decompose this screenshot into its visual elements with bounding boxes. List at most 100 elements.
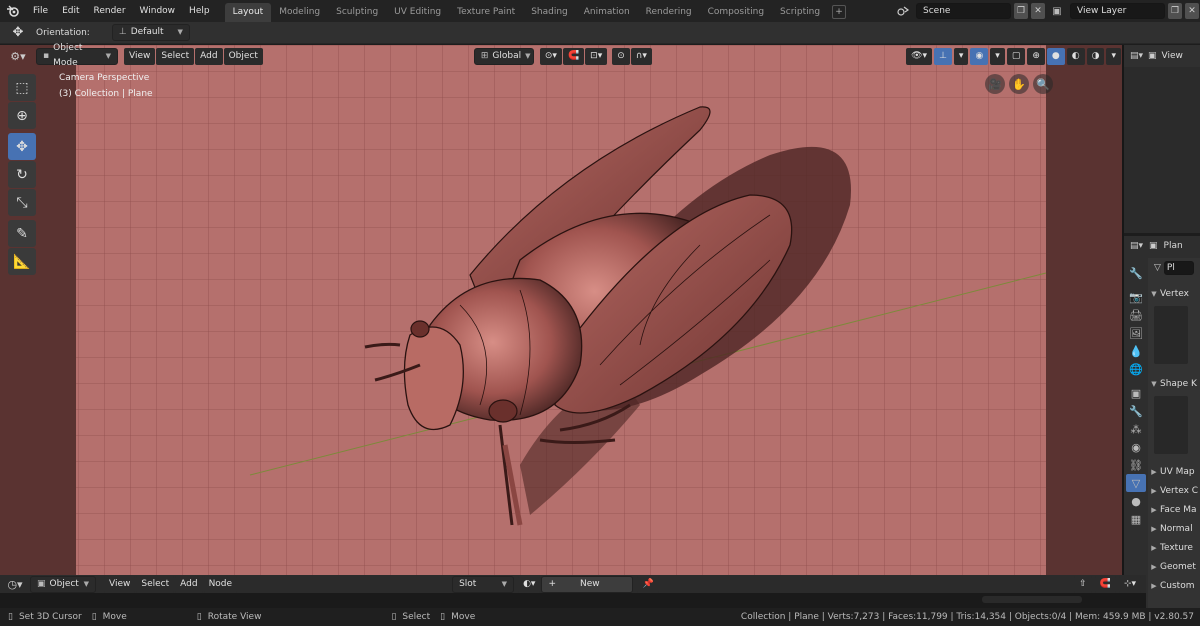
physics-tab-icon[interactable]: ◉ — [1126, 438, 1146, 456]
menu-help[interactable]: Help — [182, 0, 217, 22]
mesh-data-tab-icon[interactable]: ▽ — [1126, 474, 1146, 492]
bottom-menu-view[interactable]: View — [104, 575, 136, 593]
3d-viewport[interactable] — [0, 45, 1122, 575]
uv-maps-section[interactable]: ▶ UV Map — [1148, 462, 1200, 481]
view-layer-tab-icon[interactable]: 🖼 — [1126, 324, 1146, 342]
snap-target-icon[interactable]: ⊡▾ — [585, 47, 608, 65]
outliner-view-label[interactable]: View — [1162, 51, 1183, 61]
blender-logo-icon[interactable] — [0, 0, 26, 22]
bottom-menu-select[interactable]: Select — [136, 575, 175, 593]
gizmo-menu-icon[interactable]: ▾ — [953, 47, 969, 65]
annotate-tool-icon[interactable]: ✎ — [8, 220, 36, 247]
normals-section[interactable]: ▶ Normal — [1148, 519, 1200, 538]
particles-tab-icon[interactable]: ⁂ — [1126, 420, 1146, 438]
object-mode-dropdown[interactable]: ▪ Object Mode ▼ — [36, 43, 118, 68]
show-gizmo-icon[interactable]: 👁▾ — [906, 47, 933, 65]
object-tab-icon[interactable]: ▣ — [1126, 384, 1146, 402]
cursor-icon[interactable]: ⊕ — [8, 102, 36, 129]
tab-texture-paint[interactable]: Texture Paint — [449, 3, 523, 22]
tab-scripting[interactable]: Scripting — [772, 3, 828, 22]
pivot-point-icon[interactable]: ⊙▾ — [539, 47, 562, 65]
viewport-menu-view[interactable]: View — [124, 47, 156, 65]
snap-icon[interactable]: 🧲 — [1094, 575, 1116, 593]
new-material-button[interactable]: + New — [541, 575, 634, 593]
tab-layout[interactable]: Layout — [224, 3, 272, 22]
editor-type-icon[interactable]: ⚙▾ — [0, 50, 36, 63]
tab-compositing[interactable]: Compositing — [700, 3, 772, 22]
zoom-magnifier-icon[interactable]: 🔍 — [1033, 74, 1053, 94]
wireframe-shading-icon[interactable]: ⊕ — [1027, 47, 1045, 65]
tab-uv-editing[interactable]: UV Editing — [386, 3, 449, 22]
overlays-menu-icon[interactable]: ▾ — [990, 47, 1005, 65]
menu-edit[interactable]: Edit — [55, 0, 86, 22]
copy-scene-icon[interactable]: ❐ — [1014, 3, 1028, 19]
rotate-tool-icon[interactable]: ↻ — [8, 161, 36, 188]
bottom-menu-add[interactable]: Add — [175, 575, 203, 593]
tab-shading[interactable]: Shading — [523, 3, 576, 22]
delete-scene-icon[interactable]: ✕ — [1031, 3, 1045, 19]
render-tab-icon[interactable]: 📷 — [1126, 288, 1146, 306]
camera-view-icon[interactable]: 🎥 — [985, 74, 1005, 94]
bottom-menu-node[interactable]: Node — [203, 575, 238, 593]
measure-tool-icon[interactable]: 📐 — [8, 248, 36, 275]
vertex-groups-section[interactable]: ▼ Vertex — [1148, 284, 1200, 303]
editor-type-icon[interactable]: ◷▾ — [0, 578, 30, 591]
custom-properties-section[interactable]: ▶ Custom — [1148, 576, 1200, 595]
snap-icon[interactable]: 🧲 — [562, 47, 585, 65]
modifiers-tab-icon[interactable]: 🔧 — [1126, 402, 1146, 420]
shape-keys-list[interactable] — [1154, 396, 1188, 454]
properties-editor-icon[interactable]: ▤▾ — [1130, 241, 1143, 251]
select-box-icon[interactable]: ⬚ — [8, 74, 36, 101]
tab-animation[interactable]: Animation — [576, 3, 638, 22]
slot-dropdown[interactable]: Slot ▼ — [452, 575, 515, 593]
outliner-editor-icon[interactable]: ▤▾ — [1130, 51, 1143, 61]
snap-menu-icon[interactable]: ⊹▾ — [1118, 575, 1141, 593]
scene-icon[interactable] — [893, 5, 913, 17]
pin-icon[interactable]: 📌 — [637, 575, 659, 593]
tab-sculpting[interactable]: Sculpting — [328, 3, 386, 22]
delete-view-layer-icon[interactable]: ✕ — [1185, 3, 1199, 19]
move-tool-icon[interactable]: ✥ — [8, 133, 36, 160]
scene-tab-icon[interactable]: 💧 — [1126, 342, 1146, 360]
texture-space-section[interactable]: ▶ Texture — [1148, 538, 1200, 557]
material-shading-icon[interactable]: ◐ — [1066, 47, 1085, 65]
world-tab-icon[interactable]: 🌐 — [1126, 360, 1146, 378]
geometry-data-section[interactable]: ▶ Geomet — [1148, 557, 1200, 576]
object-type-dropdown[interactable]: ▣ Object ▼ — [30, 575, 96, 593]
pan-hand-icon[interactable]: ✋ — [1009, 74, 1029, 94]
scene-name-field[interactable]: Scene — [916, 3, 1011, 19]
tab-modeling[interactable]: Modeling — [271, 3, 328, 22]
menu-window[interactable]: Window — [133, 0, 183, 22]
tab-rendering[interactable]: Rendering — [638, 3, 700, 22]
node-editor-area[interactable] — [0, 593, 1146, 608]
tool-tab-icon[interactable]: 🔧 — [1126, 264, 1146, 282]
overlays-icon[interactable]: ◉ — [970, 47, 989, 65]
transform-orientation-dropdown[interactable]: ⊞ Global ▼ — [473, 47, 534, 65]
vertex-groups-list[interactable] — [1154, 306, 1188, 364]
viewport-menu-select[interactable]: Select — [156, 47, 195, 65]
viewport-menu-add[interactable]: Add — [195, 47, 223, 65]
orientation-dropdown[interactable]: ⊥ Default ▼ — [111, 24, 190, 41]
scrollbar[interactable] — [982, 596, 1082, 603]
solid-shading-icon[interactable]: ● — [1046, 47, 1065, 65]
proportional-edit-icon[interactable]: ⊙ — [612, 47, 630, 65]
mesh-name-field[interactable]: Pl — [1163, 261, 1194, 275]
material-tab-icon[interactable]: ● — [1126, 492, 1146, 510]
view-layer-icon[interactable]: ▣ — [1047, 6, 1067, 17]
constraints-tab-icon[interactable]: ⛓ — [1126, 456, 1146, 474]
outliner-display-icon[interactable]: ▣ — [1148, 51, 1157, 61]
face-maps-section[interactable]: ▶ Face Ma — [1148, 500, 1200, 519]
viewport-menu-object[interactable]: Object — [223, 47, 263, 65]
material-browse-icon[interactable]: ◐▾ — [518, 575, 541, 593]
vertex-colors-section[interactable]: ▶ Vertex C — [1148, 481, 1200, 500]
view-layer-field[interactable]: View Layer — [1070, 3, 1165, 19]
add-workspace-button[interactable]: + — [832, 5, 847, 19]
xray-icon[interactable]: ▢ — [1006, 47, 1026, 65]
texture-tab-icon[interactable]: ▦ — [1126, 510, 1146, 528]
copy-view-layer-icon[interactable]: ❐ — [1168, 3, 1182, 19]
scale-tool-icon[interactable]: ⤡ — [8, 189, 36, 216]
shading-menu-icon[interactable]: ▾ — [1106, 47, 1121, 65]
output-tab-icon[interactable]: 🖨 — [1126, 306, 1146, 324]
menu-file[interactable]: File — [26, 0, 55, 22]
menu-render[interactable]: Render — [87, 0, 133, 22]
